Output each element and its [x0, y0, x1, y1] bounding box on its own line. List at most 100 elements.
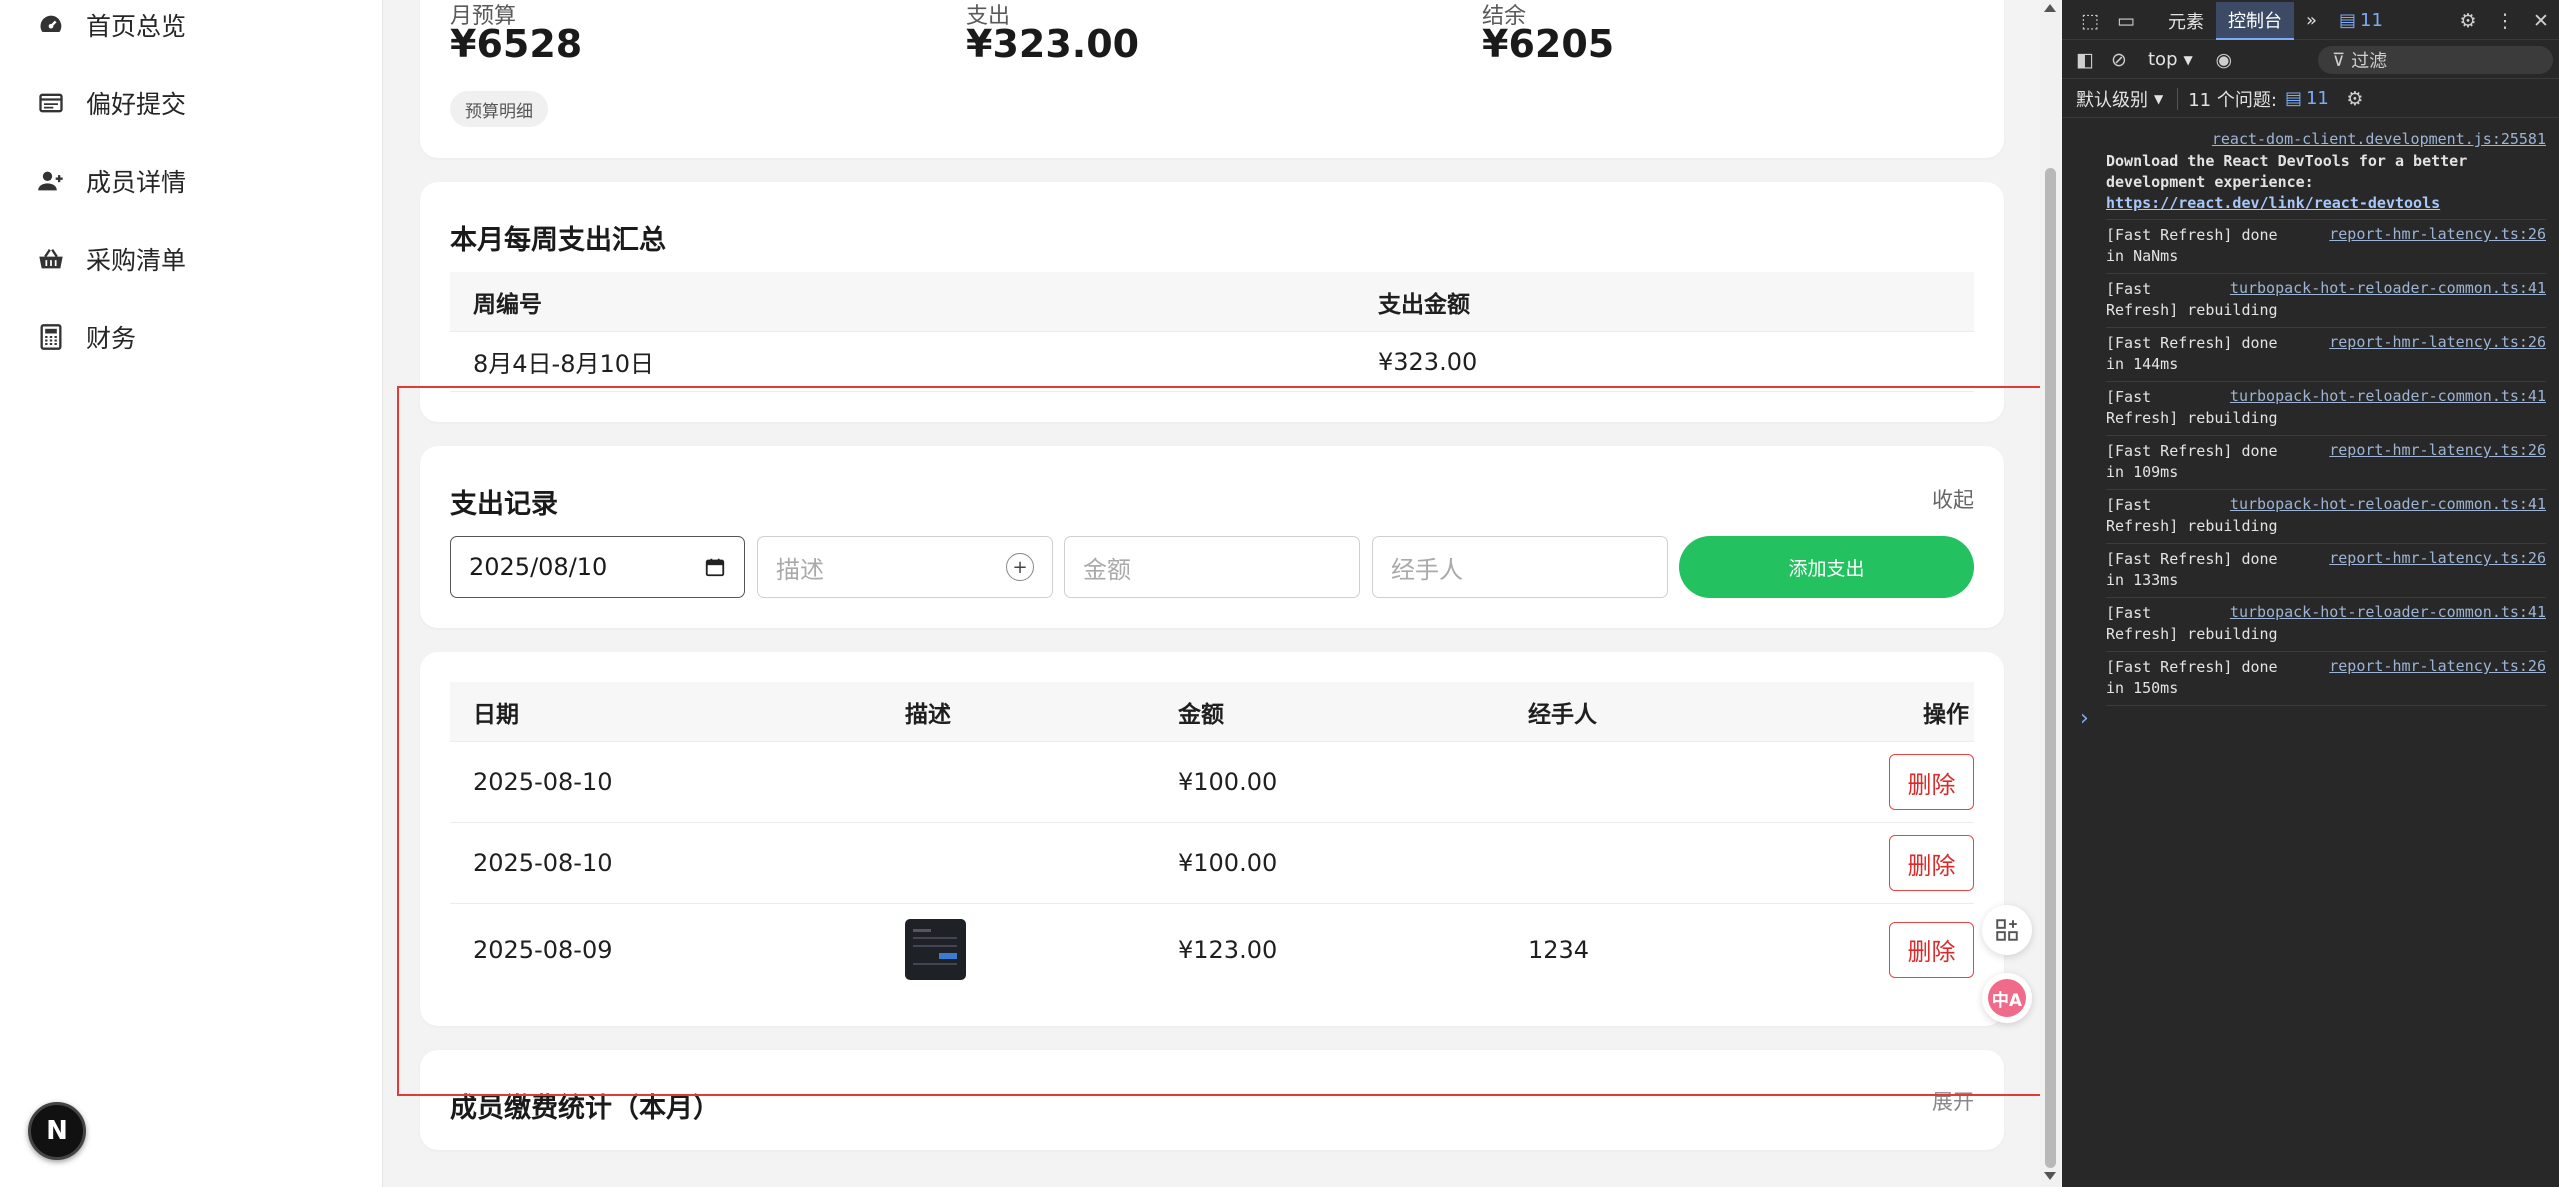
- context-selector[interactable]: top ▼: [2148, 49, 2193, 70]
- table-row: 8月4日-8月10日 ¥323.00: [450, 332, 1974, 392]
- date-value: 2025/08/10: [469, 553, 608, 581]
- sidebar-item-label: 首页总览: [86, 12, 187, 41]
- expense-value: ¥323.00: [966, 22, 1140, 66]
- devtools-tabbar: ⬚ ▭ 元素 控制台 » ▤ 11 ⚙ ⋮ ✕: [2062, 1, 2559, 40]
- context-value: top: [2148, 49, 2178, 70]
- weekly-summary-table: 周编号 支出金额 8月4日-8月10日 ¥323.00: [450, 272, 1974, 392]
- clear-console-icon[interactable]: ⊘: [2102, 49, 2136, 71]
- date-input[interactable]: 2025/08/10: [450, 536, 745, 598]
- more-options-icon[interactable]: ⋮: [2487, 10, 2523, 32]
- log-message: [Fast Refresh] done in 109ms: [2106, 442, 2278, 481]
- action-cell: 删除: [1778, 921, 1974, 978]
- log-divider: [2106, 435, 2546, 436]
- log-message: [Fast Refresh] done in NaNms: [2106, 226, 2278, 265]
- page-scrollbar[interactable]: [2040, 0, 2060, 1187]
- expand-link[interactable]: 展开: [1932, 1086, 1974, 1116]
- scroll-up-arrow-icon[interactable]: [2044, 4, 2056, 12]
- log-message: [Fast Refresh] rebuilding: [2106, 604, 2278, 643]
- sidebar-item-overview[interactable]: 首页总览: [36, 5, 186, 45]
- expense-records-title: 支出记录: [450, 489, 558, 520]
- filter-placeholder: 过滤: [2351, 51, 2388, 72]
- amount-cell: ¥323.00: [1378, 347, 1478, 376]
- table-row: 2025-08-10 ¥100.00 删除: [450, 742, 1974, 823]
- translate-float-button[interactable]: 中A: [1982, 973, 2032, 1023]
- handler-cell: 1234: [1528, 935, 1590, 964]
- app-grid-float-button[interactable]: [1982, 905, 2032, 955]
- expense-table: 日期 描述 金额 经手人 操作 2025-08-10 ¥100.00 删除 20…: [450, 682, 1974, 995]
- delete-button[interactable]: 删除: [1889, 754, 1974, 810]
- more-tabs-button[interactable]: »: [2294, 10, 2329, 31]
- scroll-down-arrow-icon[interactable]: [2044, 1172, 2056, 1180]
- receipt-thumbnail[interactable]: [905, 919, 966, 980]
- dropdown-arrow-icon: ▼: [2154, 91, 2164, 106]
- sidebar-item-label: 财务: [86, 324, 137, 353]
- log-divider: [2106, 273, 2546, 274]
- message-icon: ▤: [2284, 88, 2302, 109]
- tab-elements[interactable]: 元素: [2156, 8, 2216, 34]
- action-cell: 删除: [1778, 835, 1974, 891]
- expense-table-card: 日期 描述 金额 经手人 操作 2025-08-10 ¥100.00 删除 20…: [420, 652, 2004, 1026]
- weekly-summary-title: 本月每周支出汇总: [450, 225, 666, 256]
- issues-count: 11: [2360, 10, 2383, 31]
- log-url-link[interactable]: https://react.dev/link/react-devtools: [2106, 193, 2546, 214]
- sidebar-item-shopping[interactable]: 采购清单: [36, 239, 186, 279]
- balance-value: ¥6205: [1482, 22, 1615, 66]
- issues-counter[interactable]: ▤ 11: [2329, 10, 2393, 31]
- sidebar-item-label: 偏好提交: [86, 90, 187, 119]
- dashboard-icon: [36, 10, 66, 40]
- monthly-budget-value: ¥6528: [450, 22, 583, 66]
- settings-gear-icon[interactable]: ⚙: [2449, 10, 2487, 32]
- tab-console[interactable]: 控制台: [2216, 1, 2294, 40]
- scrollbar-thumb[interactable]: [2045, 168, 2056, 1168]
- date-cell: 2025-08-10: [473, 849, 613, 877]
- column-header-action: 操作: [1923, 701, 1969, 728]
- console-settings-icon[interactable]: ⚙: [2337, 88, 2373, 110]
- collapse-link[interactable]: 收起: [1932, 484, 1974, 514]
- table-header: 日期 描述 金额 经手人 操作: [450, 682, 1974, 742]
- column-header-amount: 金额: [1178, 701, 1224, 728]
- sidebar-item-members[interactable]: 成员详情: [36, 161, 186, 201]
- calendar-icon[interactable]: [704, 556, 726, 578]
- close-icon[interactable]: ✕: [2523, 10, 2559, 32]
- log-source-link[interactable]: react-dom-client.development.js:25581: [2212, 130, 2546, 148]
- console-filter-input[interactable]: ⊽ 过滤: [2318, 46, 2553, 74]
- table-row: 2025-08-10 ¥100.00 删除: [450, 823, 1974, 904]
- sidebar-item-preferences[interactable]: 偏好提交: [36, 83, 186, 123]
- handler-input[interactable]: 经手人: [1372, 536, 1668, 598]
- amount-cell: ¥123.00: [1178, 935, 1278, 964]
- amount-placeholder: 金额: [1083, 555, 1131, 584]
- member-fee-title: 成员缴费统计（本月）: [450, 1093, 720, 1124]
- grid-add-icon: [1996, 919, 2018, 941]
- table-header: 周编号 支出金额: [450, 272, 1974, 332]
- sidebar-toggle-icon[interactable]: ◧: [2068, 49, 2102, 71]
- log-level-selector[interactable]: 默认级别 ▼: [2076, 86, 2163, 112]
- log-divider: [2106, 327, 2546, 328]
- add-image-icon[interactable]: +: [1006, 553, 1034, 581]
- budget-detail-button[interactable]: 预算明细: [450, 91, 548, 127]
- issues-badge[interactable]: ▤ 11: [2285, 88, 2329, 109]
- description-placeholder: 描述: [776, 555, 824, 584]
- add-expense-button[interactable]: 添加支出: [1679, 536, 1974, 598]
- amount-input[interactable]: 金额: [1064, 536, 1360, 598]
- column-header-description: 描述: [905, 701, 951, 728]
- action-cell: 删除: [1778, 754, 1974, 810]
- log-message: [Fast Refresh] done in 150ms: [2106, 658, 2278, 697]
- eye-icon[interactable]: ◉: [2205, 49, 2243, 71]
- description-input[interactable]: 描述 +: [757, 536, 1053, 598]
- delete-button[interactable]: 删除: [1889, 921, 1974, 978]
- console-prompt[interactable]: ›: [2080, 706, 2089, 731]
- delete-button[interactable]: 删除: [1889, 835, 1974, 891]
- week-cell: 8月4日-8月10日: [473, 350, 655, 378]
- inspect-element-icon[interactable]: ⬚: [2072, 10, 2108, 32]
- console-toolbar: ◧ ⊘ top ▼ ◉ ⊽ 过滤: [2062, 41, 2559, 79]
- filter-icon: ⊽: [2332, 49, 2346, 71]
- description-cell: [905, 919, 1178, 980]
- nextjs-dev-badge[interactable]: N: [28, 1102, 86, 1160]
- device-toolbar-icon[interactable]: ▭: [2108, 10, 2144, 32]
- calculator-icon: [36, 322, 66, 352]
- sidebar-item-finance[interactable]: 财务: [36, 317, 136, 357]
- log-message: [Fast Refresh] rebuilding: [2106, 280, 2278, 319]
- column-header-handler: 经手人: [1528, 701, 1597, 728]
- message-icon: ▤: [2339, 10, 2357, 31]
- log-divider: [2106, 381, 2546, 382]
